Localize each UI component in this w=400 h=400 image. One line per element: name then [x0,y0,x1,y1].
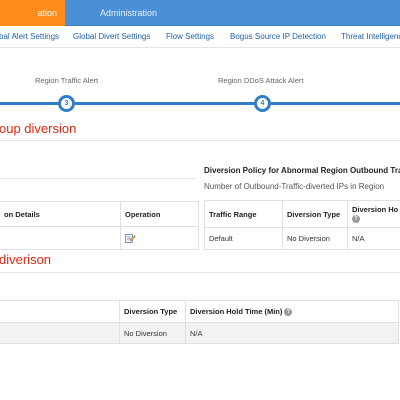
section-heading-group-diversion: oup diversion [0,121,77,136]
policy-subtitle: Number of Outbound-Traffic-diverted IPs … [204,182,385,191]
edit-icon[interactable] [125,232,136,245]
column-header-traffic-range: Traffic Range [204,200,283,228]
sub-tabs: bal Alert Settings Global Divert Setting… [0,26,400,48]
subtab-alert-settings[interactable]: bal Alert Settings [0,26,59,48]
table-cell-diversion-type: No Diversion [119,322,186,344]
step-label-region-ddos-attack-alert: Region DDoS Attack Alert [218,76,304,85]
top-nav-bar: ation Administration [0,0,400,26]
table-cell-traffic-range: Default [204,227,283,250]
table-cell-blank [0,322,120,344]
subtab-bogus-source-ip-detection[interactable]: Bogus Source IP Detection [230,26,326,48]
column-header-diversion-type: Diversion Type [282,200,348,228]
column-header-blank [0,300,120,323]
table-cell-diversion-type: No Diversion [282,227,348,250]
divider [0,178,196,179]
step-connector [271,102,400,105]
group-diversion-table: on Details Operation [0,201,199,250]
table-cell-diversion-hold: N/A [347,227,400,250]
help-icon[interactable]: ? [352,215,360,223]
divider [0,272,400,273]
nav-tab-administration[interactable]: Administration [92,0,165,26]
subtab-threat-intelligence[interactable]: Threat Intelligenc [341,26,400,48]
column-header-diversion-hold-label: Diversion Ho [352,204,399,214]
subtab-global-divert-settings[interactable]: Global Divert Settings [73,26,150,48]
column-header-operation: Operation [120,201,199,227]
table-row [0,226,199,250]
column-header-diversion-type: Diversion Type [119,300,186,323]
nav-tab-active[interactable]: ation [0,0,65,26]
step-label-region-traffic-alert: Region Traffic Alert [35,76,99,85]
table-row: Default No Diversion N/A [204,227,400,250]
wizard-stepper: Region Traffic Alert Region DDoS Attack … [0,64,400,114]
column-header-diversion-hold-time-label: Diversion Hold Time (Min) [190,306,283,316]
step-circle-4[interactable]: 4 [254,95,271,112]
table-row: No Diversion N/A [0,322,399,344]
section-heading-diversion: diverison [0,252,52,267]
divider [0,140,400,141]
table-cell-details [0,226,121,250]
region-outbound-diversion-table: Traffic Range Diversion Type Diversion H… [204,200,400,250]
help-icon[interactable]: ? [284,308,293,316]
column-header-details: on Details [0,201,121,227]
column-header-diversion-hold-time: Diversion Hold Time (Min) ? [185,300,399,323]
subtab-flow-settings[interactable]: Flow Settings [166,26,214,48]
table-cell-operation [120,226,199,250]
step-connector [75,102,255,105]
page: ation Administration bal Alert Settings … [0,0,400,400]
policy-title: Diversion Policy for Abnormal Region Out… [204,166,400,175]
step-circle-3[interactable]: 3 [58,95,75,112]
table-cell-diversion-hold-time: N/A [185,322,399,344]
step-connector [0,102,59,105]
diversion-table: Diversion Type Diversion Hold Time (Min)… [0,300,399,344]
column-header-diversion-hold: Diversion Ho ? [347,200,400,228]
